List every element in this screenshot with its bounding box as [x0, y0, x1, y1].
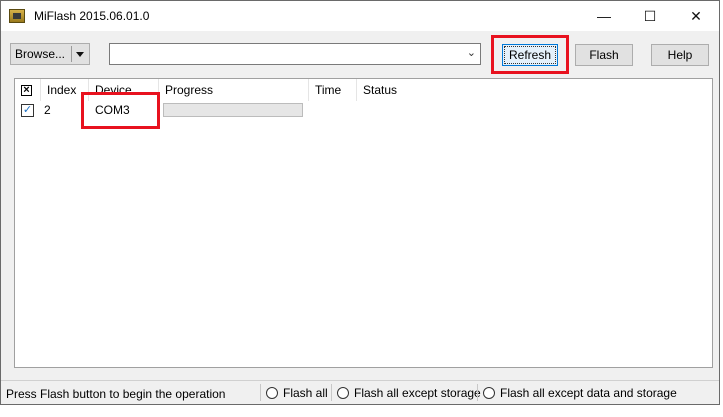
flash-button[interactable]: Flash	[575, 44, 633, 66]
window-title: MiFlash 2015.06.01.0	[34, 9, 150, 23]
select-all-column-header[interactable]: ×	[15, 79, 41, 101]
column-header-device[interactable]: Device	[89, 79, 159, 101]
select-all-checkbox[interactable]: ×	[21, 84, 32, 96]
status-bar: Press Flash button to begin the operatio…	[1, 380, 719, 404]
refresh-button[interactable]: Refresh	[502, 44, 558, 66]
device-list: × Index Device Progress Time Status ✓ 2 …	[14, 78, 713, 368]
firmware-path-combobox[interactable]: ⌄	[109, 43, 481, 65]
column-header-time[interactable]: Time	[309, 79, 357, 101]
table-row[interactable]: ✓	[21, 101, 34, 119]
help-button[interactable]: Help	[651, 44, 709, 66]
row-checkbox[interactable]: ✓	[21, 103, 34, 117]
column-header-index[interactable]: Index	[41, 79, 89, 101]
row-index: 2	[44, 103, 51, 117]
chevron-down-icon[interactable]: ⌄	[467, 46, 476, 59]
radio-label: Flash all except storage	[354, 385, 481, 400]
miflash-window: MiFlash 2015.06.01.0 — ☐ ✕ Browse... ⌄ R…	[0, 0, 720, 405]
browse-button[interactable]: Browse...	[10, 43, 90, 65]
radio-flash-all[interactable]: Flash all	[260, 381, 328, 404]
radio-button[interactable]	[266, 386, 278, 399]
radio-flash-all-except-storage[interactable]: Flash all except storage	[331, 381, 481, 404]
radio-flash-all-except-data-and-storage[interactable]: Flash all except data and storage	[477, 381, 677, 404]
radio-label: Flash all except data and storage	[500, 385, 677, 400]
column-header-progress[interactable]: Progress	[159, 79, 309, 101]
browse-button-label: Browse...	[15, 47, 66, 61]
browse-dropdown-arrow-icon[interactable]	[76, 52, 84, 57]
row-device: COM3	[95, 103, 130, 117]
maximize-icon[interactable]: ☐	[627, 1, 673, 31]
column-header-status[interactable]: Status	[357, 79, 477, 101]
miflash-app-icon	[9, 9, 25, 23]
radio-button[interactable]	[337, 386, 349, 399]
title-bar: MiFlash 2015.06.01.0 — ☐ ✕	[1, 1, 719, 31]
close-icon[interactable]: ✕	[673, 1, 719, 31]
minimize-icon[interactable]: —	[581, 1, 627, 31]
browse-split-divider	[71, 46, 72, 62]
radio-label: Flash all	[283, 385, 328, 400]
status-message: Press Flash button to begin the operatio…	[6, 387, 226, 401]
row-progress-bar	[163, 103, 303, 117]
radio-button[interactable]	[483, 386, 495, 399]
